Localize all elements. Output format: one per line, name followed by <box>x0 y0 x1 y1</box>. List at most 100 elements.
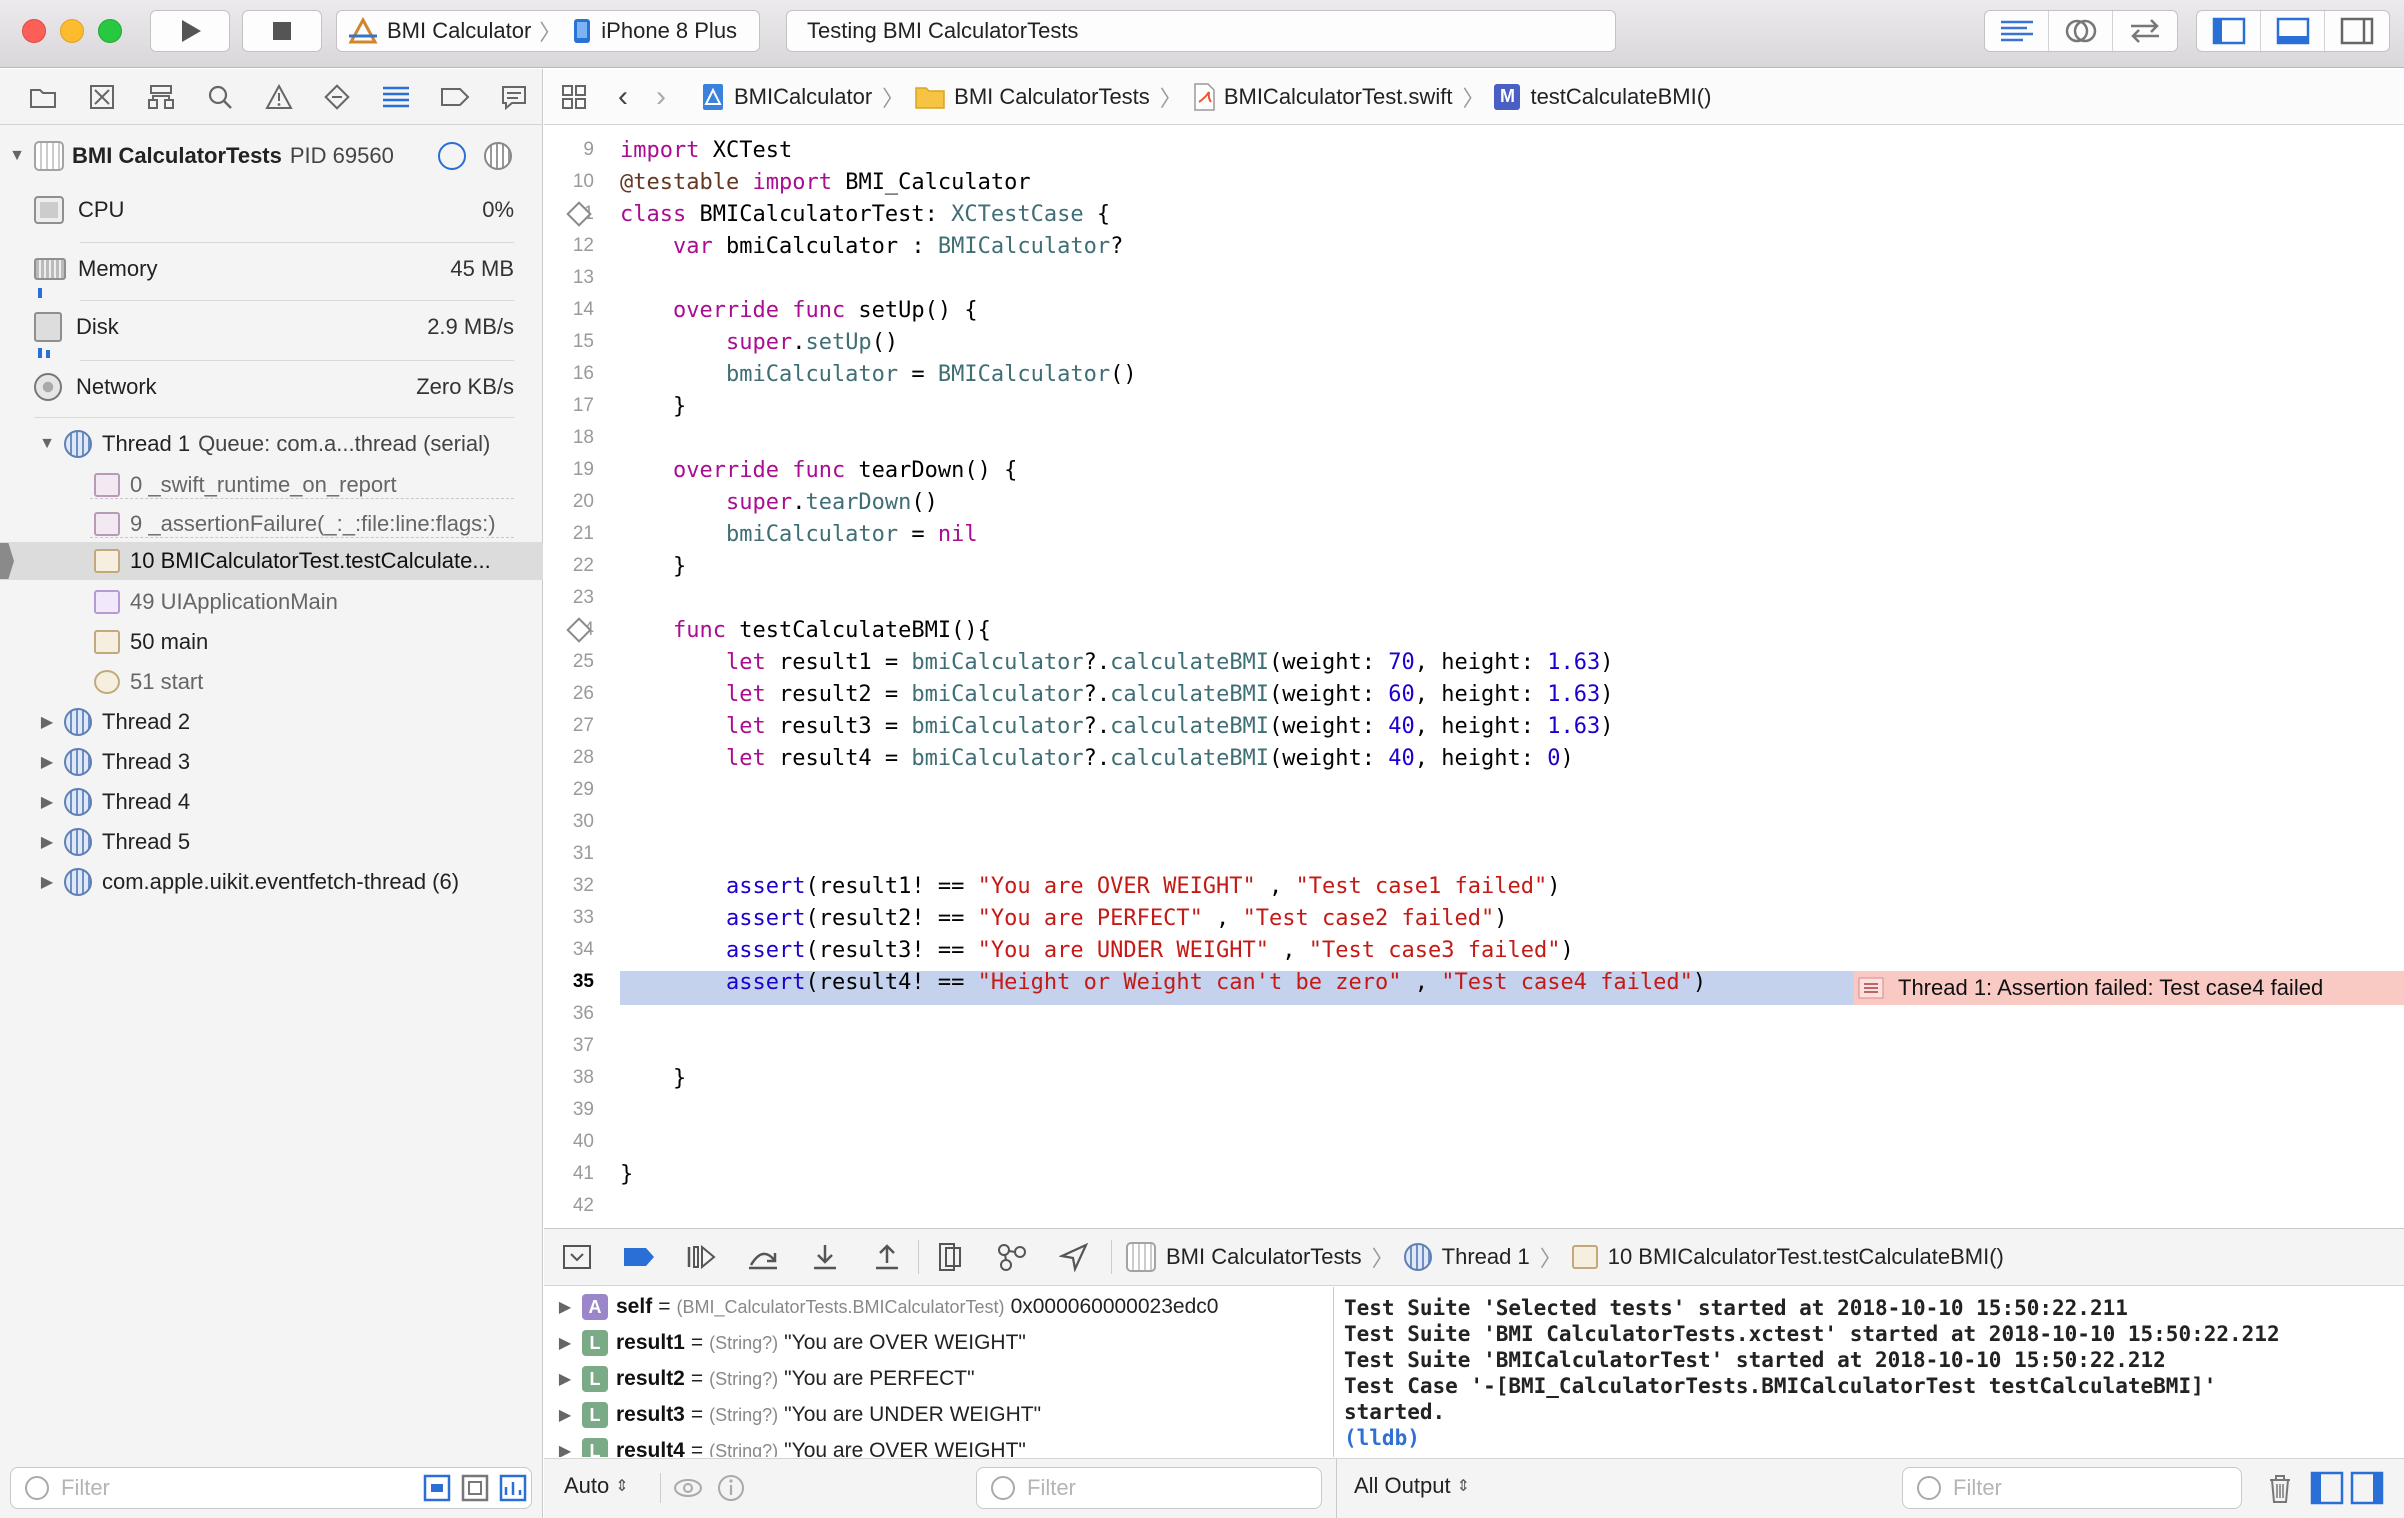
related-items-icon[interactable] <box>560 83 590 111</box>
show-console-icon[interactable] <box>2350 1471 2384 1505</box>
breadcrumb-project[interactable]: BMICalculator <box>734 84 872 110</box>
info-icon[interactable] <box>716 1473 746 1503</box>
code-line[interactable]: 29 <box>544 774 2404 806</box>
tab-issue-navigator[interactable] <box>249 77 308 117</box>
code-line[interactable]: 22 } <box>544 550 2404 582</box>
variables-scope-popup[interactable]: Auto ⇕ <box>564 1473 629 1499</box>
variable-row[interactable]: ▶ L result1 = (String?) "You are OVER WE… <box>544 1325 1026 1361</box>
thread-row[interactable]: ▶ com.apple.uikit.eventfetch-thread (6) <box>0 863 543 901</box>
continue-button[interactable] <box>670 1235 732 1279</box>
console-output[interactable]: Test Suite 'Selected tests' started at 2… <box>1336 1287 2404 1457</box>
gauge-network[interactable]: Network Zero KB/s <box>34 368 514 406</box>
breadcrumb-group[interactable]: BMI CalculatorTests <box>954 84 1150 110</box>
debug-breadcrumb-thread[interactable]: Thread 1 <box>1442 1244 1530 1270</box>
code-line[interactable]: 24 func testCalculateBMI(){ <box>544 614 2404 646</box>
minimize-window-button[interactable] <box>60 19 84 43</box>
code-line[interactable]: 10 @testable import BMI_Calculator <box>544 166 2404 198</box>
tab-find-navigator[interactable] <box>190 77 249 117</box>
code-line[interactable]: 37 <box>544 1030 2404 1062</box>
compass-icon[interactable] <box>438 142 466 170</box>
stack-frame-row[interactable]: 50 main <box>0 623 543 661</box>
standard-editor-button[interactable] <box>1985 11 2049 51</box>
source-editor[interactable]: Thread 1: Assertion failed: Test case4 f… <box>544 126 2404 1226</box>
tab-breakpoint-navigator[interactable] <box>425 77 484 117</box>
code-line[interactable]: 11class BMICalculatorTest: XCTestCase { <box>544 198 2404 230</box>
toggle-inspector-button[interactable] <box>2325 11 2389 51</box>
tab-debug-navigator[interactable] <box>367 77 426 117</box>
code-line[interactable]: 27 let result3 = bmiCalculator?.calculat… <box>544 710 2404 742</box>
code-line[interactable]: 36 <box>544 998 2404 1030</box>
filter-threads-icon[interactable] <box>498 1473 528 1503</box>
step-into-button[interactable] <box>794 1235 856 1279</box>
code-line[interactable]: 34 assert(result3! == "You are UNDER WEI… <box>544 934 2404 966</box>
code-line[interactable]: 41} <box>544 1158 2404 1190</box>
thread-row[interactable]: ▶ Thread 5 <box>0 823 543 861</box>
code-line[interactable]: 19 override func tearDown() { <box>544 454 2404 486</box>
code-line[interactable]: 42 <box>544 1190 2404 1222</box>
debug-breadcrumb-process[interactable]: BMI CalculatorTests <box>1166 1244 1362 1270</box>
code-line[interactable]: 17 } <box>544 390 2404 422</box>
breadcrumb-method[interactable]: testCalculateBMI() <box>1530 84 1711 110</box>
variable-row[interactable]: ▶ L result2 = (String?) "You are PERFECT… <box>544 1361 975 1397</box>
gauge-memory[interactable]: Memory 45 MB <box>34 250 514 288</box>
code-line[interactable]: 35 assert(result4! == "Height or Weight … <box>544 966 2404 998</box>
code-line[interactable]: 38 } <box>544 1062 2404 1094</box>
zoom-window-button[interactable] <box>98 19 122 43</box>
stack-frame-row[interactable]: 51 start <box>0 663 543 701</box>
gauge-cpu[interactable]: CPU 0% <box>34 191 514 229</box>
thread-row[interactable]: ▶ Thread 4 <box>0 783 543 821</box>
variable-row[interactable]: ▶ L result4 = (String?) "You are OVER WE… <box>544 1433 1026 1457</box>
thread-row[interactable]: ▶ Thread 2 <box>0 703 543 741</box>
code-line[interactable]: 14 override func setUp() { <box>544 294 2404 326</box>
tab-source-control-navigator[interactable] <box>73 77 132 117</box>
code-line[interactable]: 30 <box>544 806 2404 838</box>
thread-row-1[interactable]: ▼ Thread 1 Queue: com.a...thread (serial… <box>0 425 543 463</box>
step-over-button[interactable] <box>732 1235 794 1279</box>
scheme-selector[interactable]: BMI Calculator 〉 iPhone 8 Plus <box>336 10 760 52</box>
step-out-button[interactable] <box>856 1235 918 1279</box>
thread-filter-icon[interactable] <box>484 142 512 170</box>
tab-project-navigator[interactable] <box>14 77 73 117</box>
hide-debug-area-button[interactable] <box>546 1235 608 1279</box>
back-button[interactable]: ‹ <box>618 80 628 114</box>
toggle-debug-area-button[interactable] <box>2261 11 2325 51</box>
code-line[interactable]: 31 <box>544 838 2404 870</box>
stack-frame-row-selected[interactable]: 10 BMICalculatorTest.testCalculate... <box>0 542 543 580</box>
code-line[interactable]: 16 bmiCalculator = BMICalculator() <box>544 358 2404 390</box>
code-line[interactable]: 40 <box>544 1126 2404 1158</box>
code-line[interactable]: 18 <box>544 422 2404 454</box>
stack-frame-row[interactable]: 49 UIApplicationMain <box>0 583 543 621</box>
code-line[interactable]: 39 <box>544 1094 2404 1126</box>
close-window-button[interactable] <box>22 19 46 43</box>
view-hierarchy-button[interactable] <box>919 1235 981 1279</box>
trash-icon[interactable] <box>2266 1473 2294 1505</box>
quick-look-eye-icon[interactable] <box>672 1475 704 1501</box>
lldb-prompt[interactable]: (lldb) <box>1344 1425 2404 1451</box>
process-row[interactable]: ▼ BMI CalculatorTests PID 69560 <box>0 137 543 175</box>
variables-filter-field[interactable]: Filter <box>976 1467 1322 1509</box>
tab-report-navigator[interactable] <box>484 77 543 117</box>
code-line[interactable]: 15 super.setUp() <box>544 326 2404 358</box>
assistant-editor-button[interactable] <box>2049 11 2113 51</box>
run-button[interactable] <box>150 10 230 52</box>
version-editor-button[interactable] <box>2113 11 2177 51</box>
code-line[interactable]: 23 <box>544 582 2404 614</box>
console-output-popup[interactable]: All Output ⇕ <box>1354 1473 1470 1499</box>
variable-row[interactable]: ▶ A self = (BMI_CalculatorTests.BMICalcu… <box>544 1289 1218 1325</box>
breadcrumb-file[interactable]: BMICalculatorTest.swift <box>1224 84 1453 110</box>
variable-row[interactable]: ▶ L result3 = (String?) "You are UNDER W… <box>544 1397 1041 1433</box>
memory-graph-button[interactable] <box>981 1235 1043 1279</box>
stop-button[interactable] <box>242 10 322 52</box>
code-line[interactable]: 9 import XCTest <box>544 134 2404 166</box>
tab-symbol-navigator[interactable] <box>132 77 191 117</box>
gauge-disk[interactable]: Disk 2.9 MB/s <box>34 308 514 346</box>
debug-breadcrumb-frame[interactable]: 10 BMICalculatorTest.testCalculateBMI() <box>1608 1244 2004 1270</box>
code-line[interactable]: 25 let result1 = bmiCalculator?.calculat… <box>544 646 2404 678</box>
tab-test-navigator[interactable] <box>308 77 367 117</box>
code-line[interactable]: 33 assert(result2! == "You are PERFECT" … <box>544 902 2404 934</box>
toggle-navigator-button[interactable] <box>2197 11 2261 51</box>
console-filter-field[interactable]: Filter <box>1902 1467 2242 1509</box>
filter-crashed-icon[interactable] <box>422 1473 452 1503</box>
code-line[interactable]: 28 let result4 = bmiCalculator?.calculat… <box>544 742 2404 774</box>
breakpoints-toggle-button[interactable] <box>608 1235 670 1279</box>
